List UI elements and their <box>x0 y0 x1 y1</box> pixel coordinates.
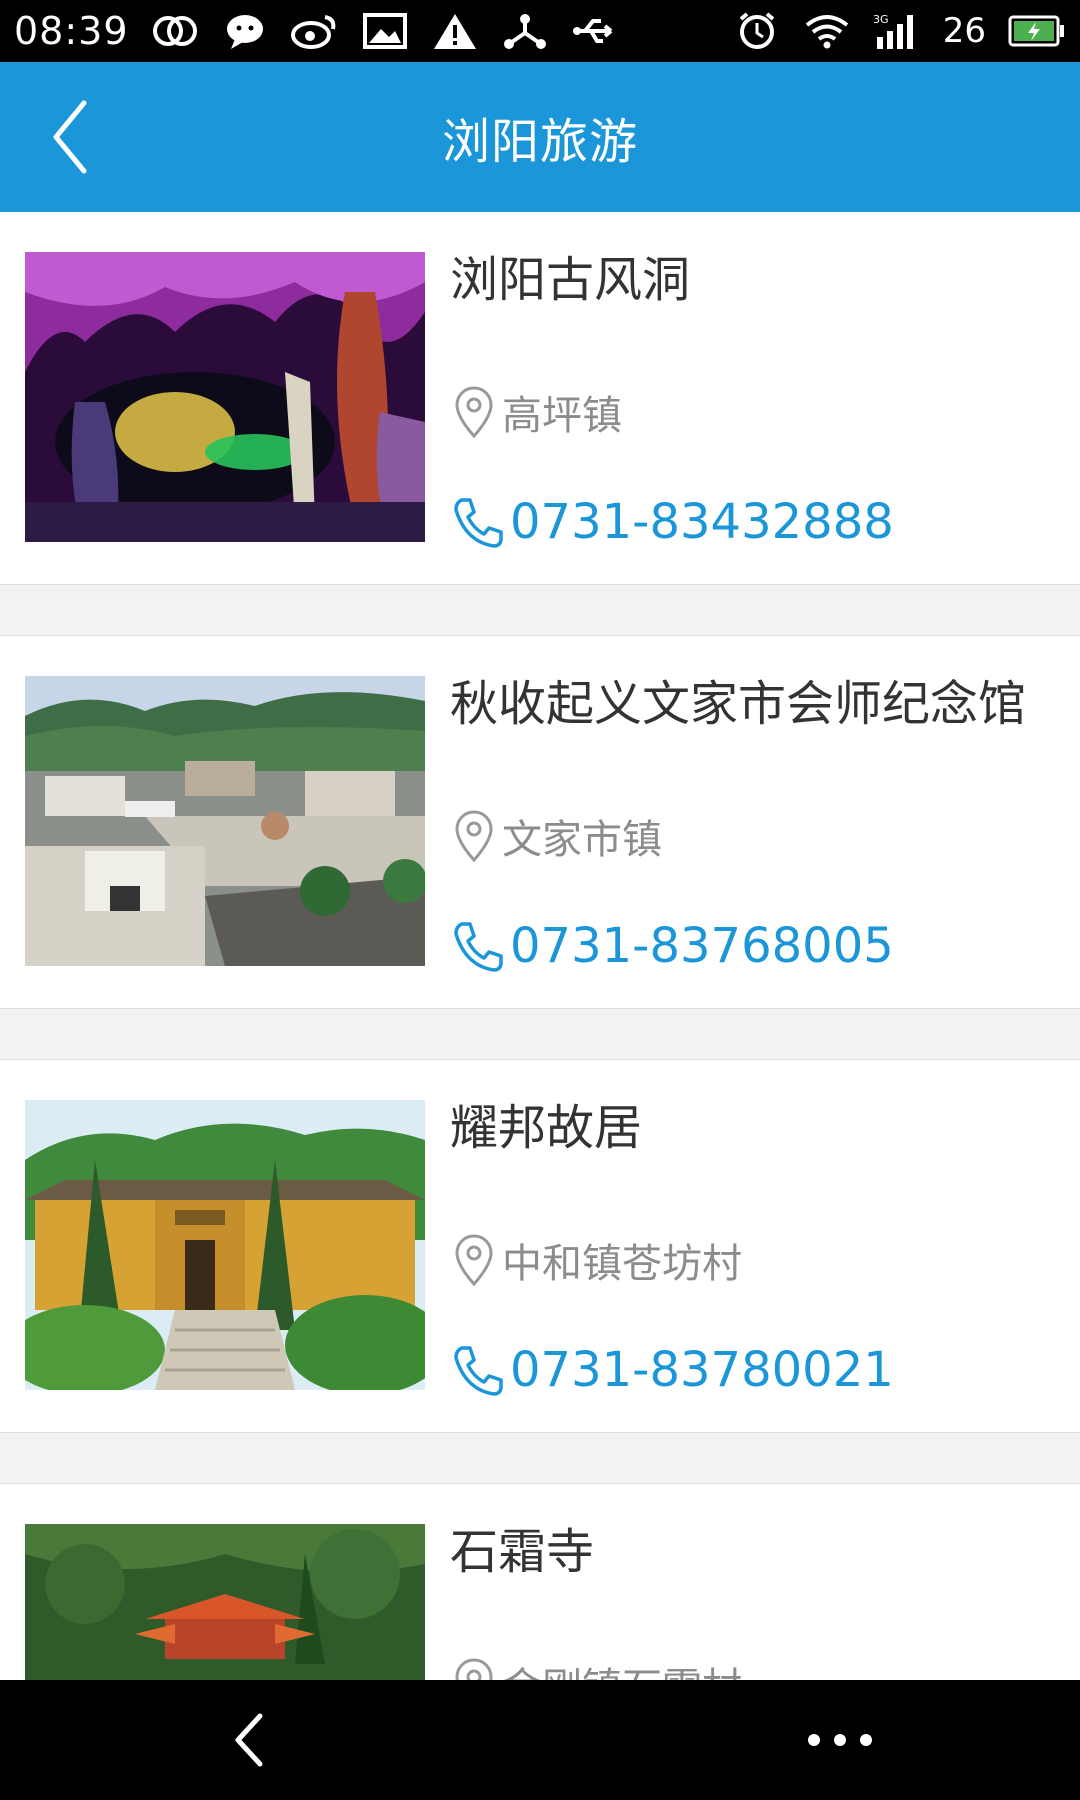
phone-link[interactable]: 0731-83780021 <box>450 1340 894 1400</box>
chat-bubble-icon <box>221 11 269 51</box>
phone-icon <box>450 494 506 550</box>
signal-icon: 3G <box>873 11 921 51</box>
phone-icon <box>450 1342 506 1398</box>
temple-photo <box>25 1524 425 1680</box>
status-left: 08:39 <box>14 9 619 53</box>
list-item[interactable]: 浏阳古风洞 高坪镇 0731-83432888 <box>0 212 1080 585</box>
wifi-icon <box>803 11 851 51</box>
usb-icon <box>571 11 619 51</box>
spot-name: 石霜寺 <box>450 1524 595 1580</box>
page-title: 浏阳旅游 <box>441 114 638 170</box>
share-node-icon <box>501 11 549 51</box>
list-item[interactable]: 秋收起义文家市会师纪念馆 文家市镇 0731-83768005 <box>0 635 1080 1009</box>
location-text: 中和镇苍坊村 <box>502 1241 742 1287</box>
battery-charging-icon <box>1008 11 1066 51</box>
spot-list: 浏阳古风洞 高坪镇 0731-83432888 秋收起义文家市会师纪念馆 文家市… <box>0 212 1080 1680</box>
status-time: 08:39 <box>14 9 129 53</box>
nav-back-icon[interactable] <box>220 1710 280 1770</box>
phone-link[interactable]: 0731-83432888 <box>450 492 894 552</box>
location-pin-icon <box>452 1232 496 1288</box>
spot-location: 金刚镇石霜村 <box>452 1654 742 1680</box>
double-ring-icon <box>151 11 199 51</box>
location-pin-icon <box>452 384 496 440</box>
spot-location: 中和镇苍坊村 <box>452 1230 742 1290</box>
status-bar: 08:39 3G 26 <box>0 0 1080 62</box>
phone-icon <box>450 918 506 974</box>
more-dots-icon[interactable] <box>800 1710 880 1770</box>
spot-name: 秋收起义文家市会师纪念馆 <box>450 676 1027 732</box>
phone-link[interactable]: 0731-83768005 <box>450 916 894 976</box>
app-header: 浏阳旅游 <box>0 62 1080 212</box>
phone-number: 0731-83768005 <box>510 918 894 974</box>
weibo-icon <box>290 11 339 51</box>
warning-icon <box>431 11 479 51</box>
list-item[interactable]: 耀邦故居 中和镇苍坊村 0731-83780021 <box>0 1059 1080 1433</box>
location-pin-icon <box>452 1656 496 1680</box>
phone-number: 0731-83780021 <box>510 1342 894 1398</box>
svg-text:3G: 3G <box>873 13 889 26</box>
location-text: 高坪镇 <box>502 393 622 439</box>
status-right: 3G 26 <box>733 11 1066 51</box>
alarm-icon <box>733 11 781 51</box>
memorial-square-photo <box>25 676 425 966</box>
cave-photo <box>25 252 425 542</box>
spot-name: 耀邦故居 <box>450 1100 643 1156</box>
location-pin-icon <box>452 808 496 864</box>
image-icon <box>361 11 409 51</box>
phone-number: 0731-83432888 <box>510 494 894 550</box>
yellow-house-photo <box>25 1100 425 1390</box>
location-text: 文家市镇 <box>502 817 662 863</box>
location-text: 金刚镇石霜村 <box>502 1655 742 1680</box>
list-item[interactable]: 石霜寺 金刚镇石霜村 <box>0 1483 1080 1680</box>
spot-name: 浏阳古风洞 <box>450 252 691 308</box>
spot-location: 文家市镇 <box>452 806 662 866</box>
spot-location: 高坪镇 <box>452 382 622 442</box>
system-nav-bar <box>0 1680 1080 1800</box>
signal-strength: 26 <box>942 11 986 51</box>
